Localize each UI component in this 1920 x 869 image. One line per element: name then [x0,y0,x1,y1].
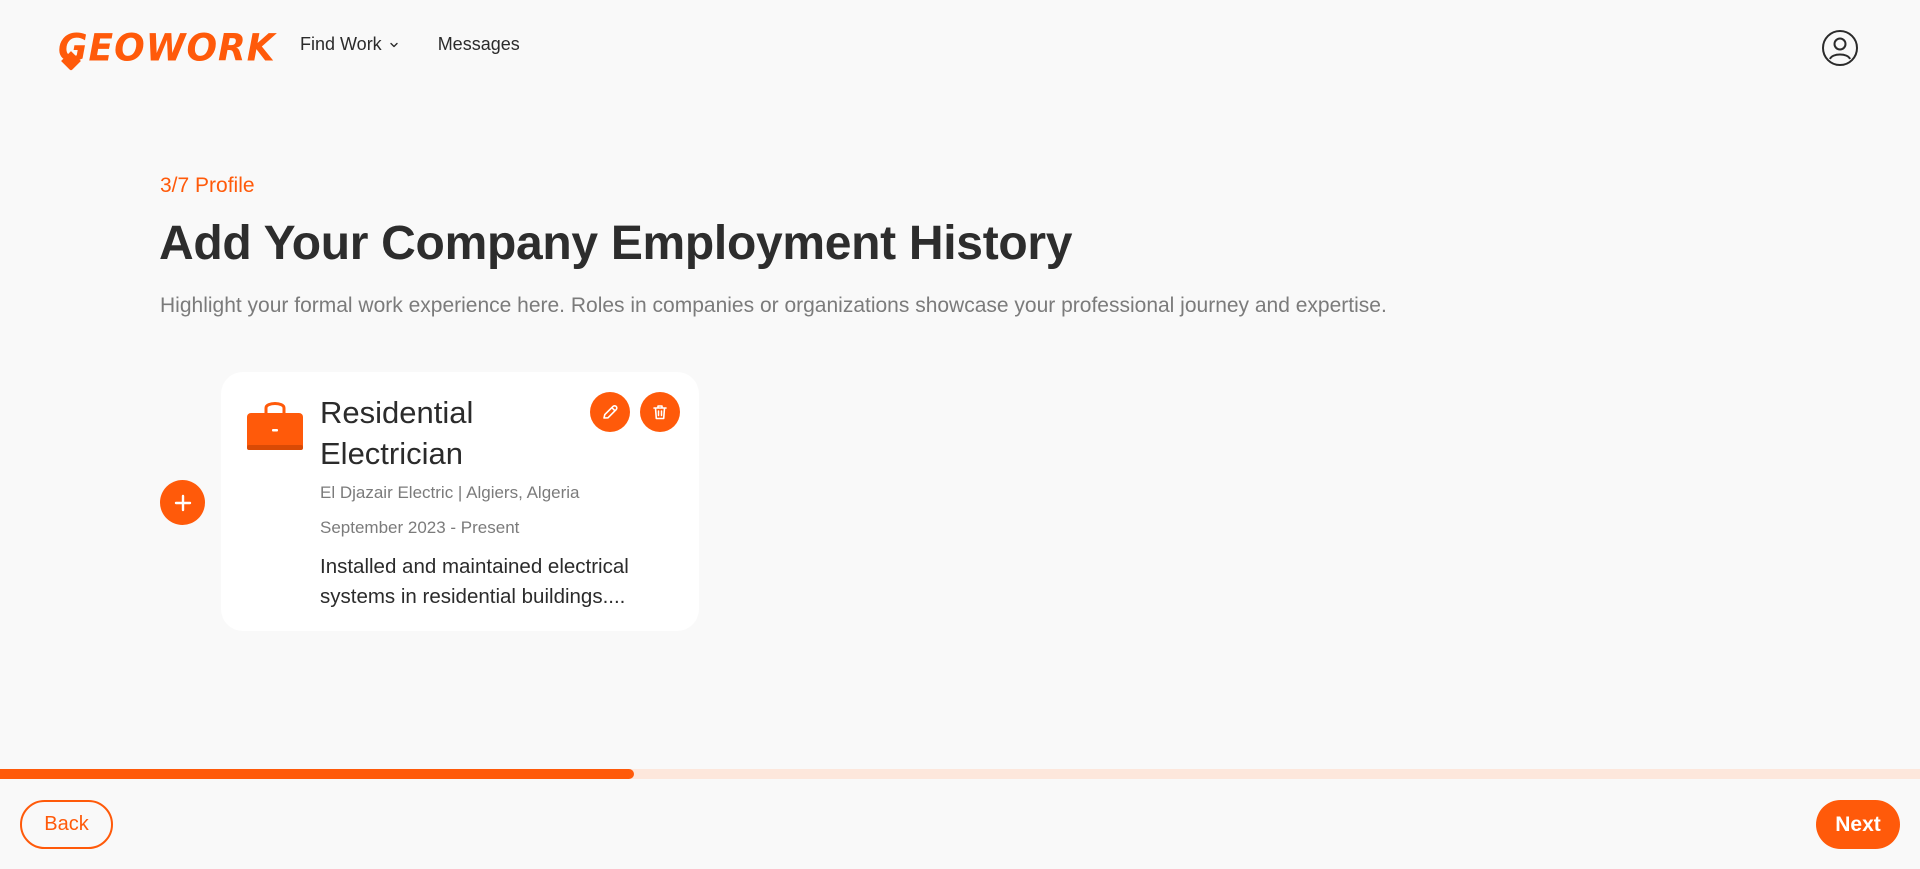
employment-dates: September 2023 - Present [320,518,520,537]
progress-bar-fill [0,769,634,779]
delete-button[interactable] [640,392,680,432]
company-location: El Djazair Electric | Algiers, Algeria [320,483,580,502]
chevron-down-icon [389,42,398,47]
logo-text: GEOWORK [58,26,276,70]
step-indicator: 3/7 Profile [160,174,255,197]
next-button[interactable]: Next [1816,800,1900,849]
briefcase-icon [247,402,303,450]
job-description: Installed and maintained electrical syst… [320,555,629,608]
nav-messages[interactable]: Messages [438,34,520,55]
geowork-logo[interactable]: GEOWORK [58,26,276,71]
nav-messages-label: Messages [437,34,520,54]
progress-bar [0,769,1920,779]
add-employment-button[interactable] [160,480,205,525]
employment-card: Residential Electrician El Djazair Elect… [221,372,699,631]
card-actions [590,392,680,432]
page-subtitle: Highlight your formal work experience he… [160,294,1387,317]
back-button[interactable]: Back [20,800,113,849]
page-title: Add Your Company Employment History [159,217,1073,270]
nav-find-work[interactable]: Find Work [300,34,400,55]
main-nav: Find Work Messages [300,34,520,55]
plus-icon [174,494,191,511]
edit-button[interactable] [590,392,630,432]
edit-icon [603,405,618,419]
top-navbar: GEOWORK Find Work Messages [0,0,1920,95]
user-circle-icon[interactable] [1821,29,1859,67]
job-title: Residential Electrician [320,395,474,471]
trash-icon [653,405,667,420]
nav-find-work-label: Find Work [300,34,382,54]
